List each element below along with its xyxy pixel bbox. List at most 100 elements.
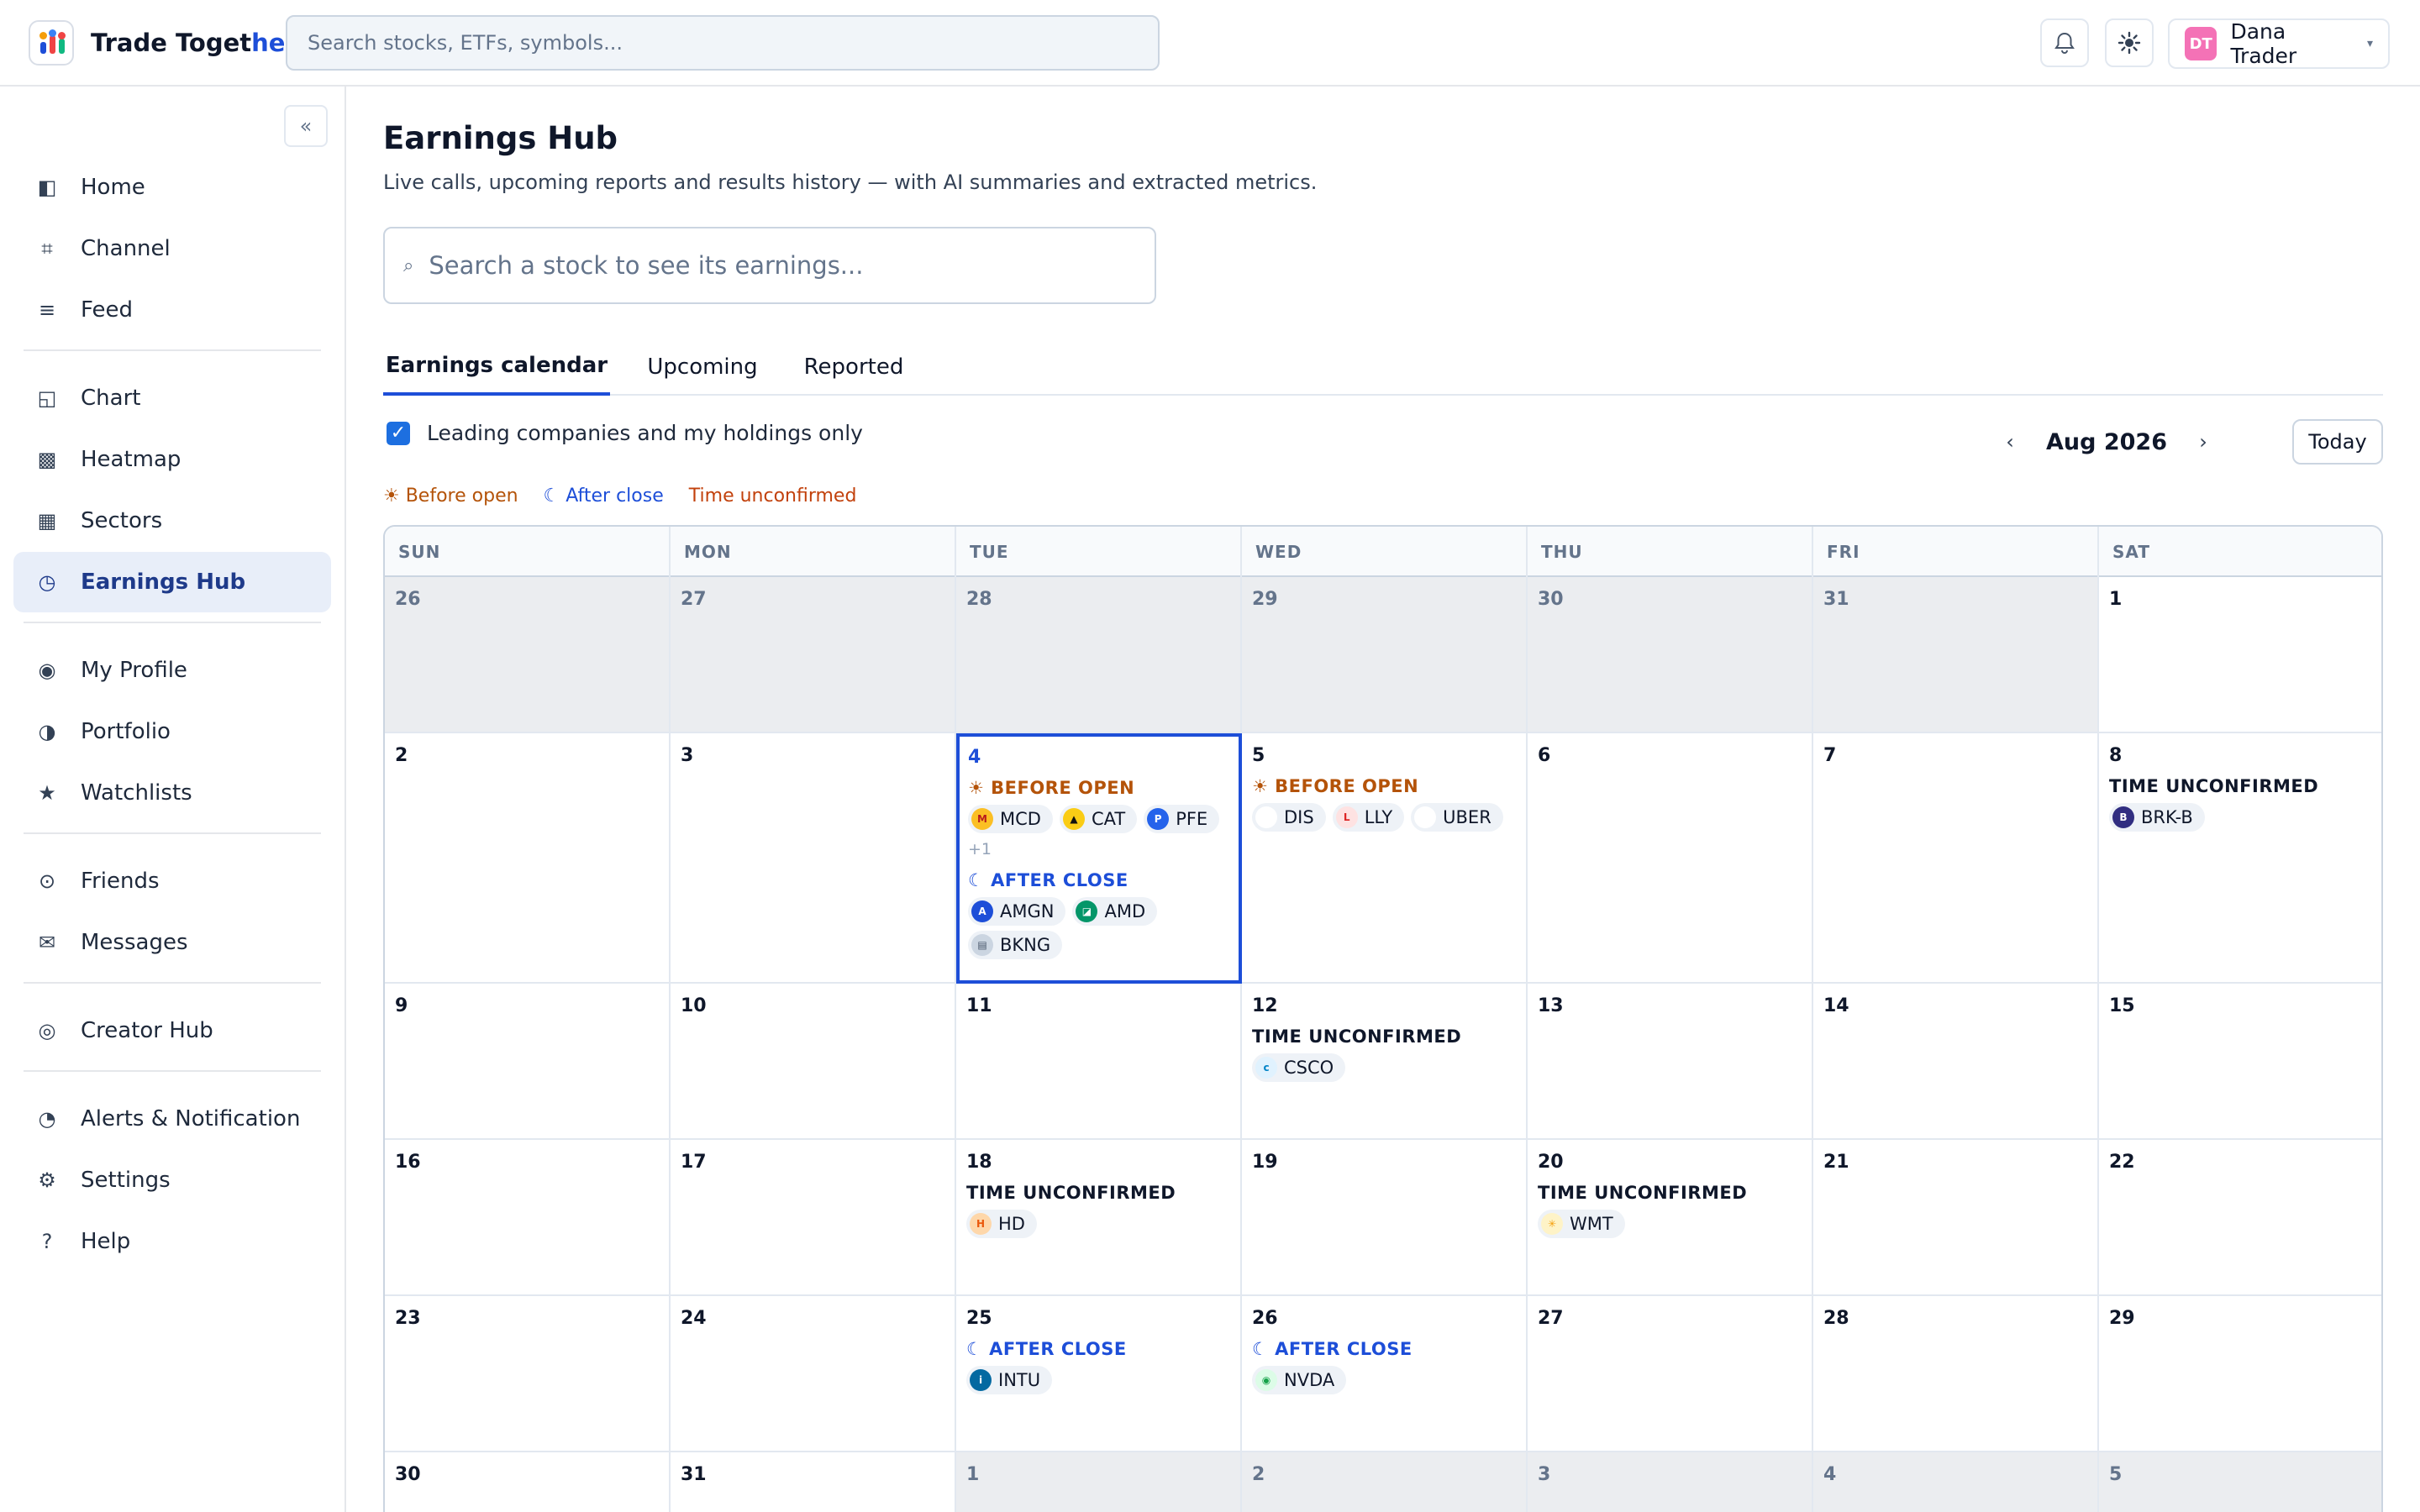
sidebar-item-messages[interactable]: ✉ Messages (13, 912, 331, 973)
calendar-day-cell[interactable]: 19 (1242, 1140, 1528, 1296)
calendar-day-cell[interactable]: 31 (671, 1452, 956, 1512)
ticker-chip[interactable]: ▲ CAT (1059, 805, 1138, 833)
earnings-search-input[interactable] (429, 251, 1118, 280)
calendar-day-cell[interactable]: 25 ☾ AFTER CLOSE i INTU (956, 1296, 1242, 1452)
profile-icon: ◉ (38, 659, 56, 682)
sidebar-item-my-profile[interactable]: ◉ My Profile (13, 640, 331, 701)
calendar-day-cell[interactable]: 15 (2099, 984, 2381, 1140)
day-number: 17 (681, 1152, 707, 1173)
sidebar-item-creator-hub[interactable]: ◎ Creator Hub (13, 1000, 331, 1061)
calendar-day-cell[interactable]: 22 (2099, 1140, 2381, 1296)
ticker-chip[interactable]: B BRK-B (2109, 803, 2205, 832)
sidebar-item-earnings-hub[interactable]: ◷ Earnings Hub (13, 552, 331, 612)
sidebar-item-channel[interactable]: ⌗ Channel (13, 218, 331, 279)
calendar-day-cell[interactable]: 14 (1813, 984, 2099, 1140)
user-menu-button[interactable]: DT Dana Trader ▾ (2168, 18, 2390, 69)
day-number: 19 (1252, 1152, 1278, 1173)
company-logo-icon (1255, 806, 1277, 828)
calendar-day-cell[interactable]: 21 (1813, 1140, 2099, 1296)
holdings-filter-checkbox[interactable]: ✓ (387, 421, 410, 445)
calendar-day-cell[interactable]: 30 (1528, 577, 1813, 733)
calendar-day-cell[interactable]: 29 (1242, 577, 1528, 733)
calendar-day-cell[interactable]: 20 TIME UNCONFIRMED ✳ WMT (1528, 1140, 1813, 1296)
ticker-chip[interactable]: ◉ NVDA (1252, 1366, 1347, 1394)
more-tickers-link[interactable]: +1 (968, 840, 1230, 858)
sidebar-collapse-button[interactable]: « (284, 105, 328, 147)
ticker-chip[interactable]: L LLY (1332, 803, 1405, 832)
calendar-day-cell[interactable]: 5 ☀ BEFORE OPEN DIS L LLY UBER (1242, 733, 1528, 984)
calendar-day-cell[interactable]: 9 (385, 984, 671, 1140)
calendar-day-cell[interactable]: 12 TIME UNCONFIRMED c CSCO (1242, 984, 1528, 1140)
calendar-day-cell[interactable]: 3 (1528, 1452, 1813, 1512)
tab-earnings-calendar[interactable]: Earnings calendar (383, 339, 610, 396)
sidebar-item-sectors[interactable]: ▦ Sectors (13, 491, 331, 551)
ticker-chip[interactable]: P PFE (1144, 805, 1220, 833)
chevron-right-icon[interactable]: › (2186, 430, 2220, 454)
sidebar-item-alerts-notification[interactable]: ◔ Alerts & Notification (13, 1089, 331, 1149)
sidebar-item-feed[interactable]: ≡ Feed (13, 280, 331, 340)
calendar-day-cell[interactable]: 18 TIME UNCONFIRMED H HD (956, 1140, 1242, 1296)
tab-upcoming[interactable]: Upcoming (627, 339, 778, 396)
calendar-day-cell[interactable]: 31 (1813, 577, 2099, 733)
tab-reported[interactable]: Reported (778, 339, 929, 396)
ticker-chip[interactable]: A AMGN (968, 897, 1066, 926)
calendar-day-cell[interactable]: 4 (1813, 1452, 2099, 1512)
calendar-day-cell[interactable]: 30 (385, 1452, 671, 1512)
calendar-day-cell[interactable]: 1 (2099, 577, 2381, 733)
company-logo-icon: ▤ (971, 934, 993, 956)
calendar-day-cell[interactable]: 23 (385, 1296, 671, 1452)
brand[interactable]: Trade Together (29, 20, 297, 66)
ticker-chip[interactable]: UBER (1411, 803, 1503, 832)
sidebar-item-portfolio[interactable]: ◑ Portfolio (13, 701, 331, 762)
calendar-day-cell[interactable]: 1 (956, 1452, 1242, 1512)
calendar-day-cell[interactable]: 3 (671, 733, 956, 984)
calendar-day-cell[interactable]: 8 TIME UNCONFIRMED B BRK-B (2099, 733, 2381, 984)
calendar-day-cell[interactable]: 28 (956, 577, 1242, 733)
sidebar-item-chart[interactable]: ◱ Chart (13, 368, 331, 428)
calendar-day-cell[interactable]: 27 (671, 577, 956, 733)
sidebar-item-watchlists[interactable]: ★ Watchlists (13, 763, 331, 823)
star-icon: ★ (38, 781, 56, 805)
sidebar-item-settings[interactable]: ⚙ Settings (13, 1150, 331, 1210)
earnings-search-box[interactable]: ⌕ (383, 227, 1156, 304)
holdings-filter[interactable]: ✓ Leading companies and my holdings only (387, 421, 863, 445)
calendar-day-cell[interactable]: 27 (1528, 1296, 1813, 1452)
sidebar-item-home[interactable]: ◧ Home (13, 157, 331, 218)
calendar-day-cell[interactable]: 11 (956, 984, 1242, 1140)
theme-toggle-button[interactable] (2105, 18, 2154, 67)
company-logo-icon: c (1255, 1057, 1277, 1079)
calendar-day-cell[interactable]: 7 (1813, 733, 2099, 984)
chevron-left-icon[interactable]: ‹ (1993, 430, 2027, 454)
ticker-chip[interactable]: c CSCO (1252, 1053, 1346, 1082)
calendar-day-cell[interactable]: 10 (671, 984, 956, 1140)
ticker-symbol: CAT (1091, 809, 1126, 829)
calendar-day-cell[interactable]: 6 (1528, 733, 1813, 984)
help-icon: ? (41, 1230, 53, 1253)
ticker-chip[interactable]: DIS (1252, 803, 1326, 832)
calendar-day-cell[interactable]: 24 (671, 1296, 956, 1452)
calendar-day-cell[interactable]: 28 (1813, 1296, 2099, 1452)
notifications-button[interactable] (2040, 18, 2089, 67)
ticker-chip[interactable]: ◪ AMD (1072, 897, 1158, 926)
calendar-day-cell[interactable]: 5 (2099, 1452, 2381, 1512)
calendar-day-cell[interactable]: 26 (385, 577, 671, 733)
calendar-day-cell[interactable]: 17 (671, 1140, 956, 1296)
calendar-day-cell[interactable]: 26 ☾ AFTER CLOSE ◉ NVDA (1242, 1296, 1528, 1452)
sidebar-item-friends[interactable]: ⊙ Friends (13, 851, 331, 911)
sidebar-item-help[interactable]: ? Help (13, 1211, 331, 1272)
sidebar-item-heatmap[interactable]: ▩ Heatmap (13, 429, 331, 490)
today-button[interactable]: Today (2292, 419, 2383, 465)
ticker-chip[interactable]: M MCD (968, 805, 1053, 833)
ticker-chip[interactable]: ✳ WMT (1538, 1210, 1625, 1238)
ticker-chip[interactable]: ▤ BKNG (968, 931, 1063, 959)
global-search-input[interactable] (286, 15, 1160, 71)
calendar-day-cell[interactable]: 2 (385, 733, 671, 984)
sidebar-item-label: Earnings Hub (81, 570, 246, 595)
ticker-chip[interactable]: i INTU (966, 1366, 1053, 1394)
ticker-chip[interactable]: H HD (966, 1210, 1037, 1238)
calendar-day-cell[interactable]: 29 (2099, 1296, 2381, 1452)
calendar-day-cell[interactable]: 2 (1242, 1452, 1528, 1512)
calendar-day-cell[interactable]: 16 (385, 1140, 671, 1296)
calendar-day-cell[interactable]: 4 ☀ BEFORE OPEN M MCD ▲ CAT P PFE +1 ☾ AFTER CLOS… (956, 733, 1242, 984)
calendar-day-cell[interactable]: 13 (1528, 984, 1813, 1140)
